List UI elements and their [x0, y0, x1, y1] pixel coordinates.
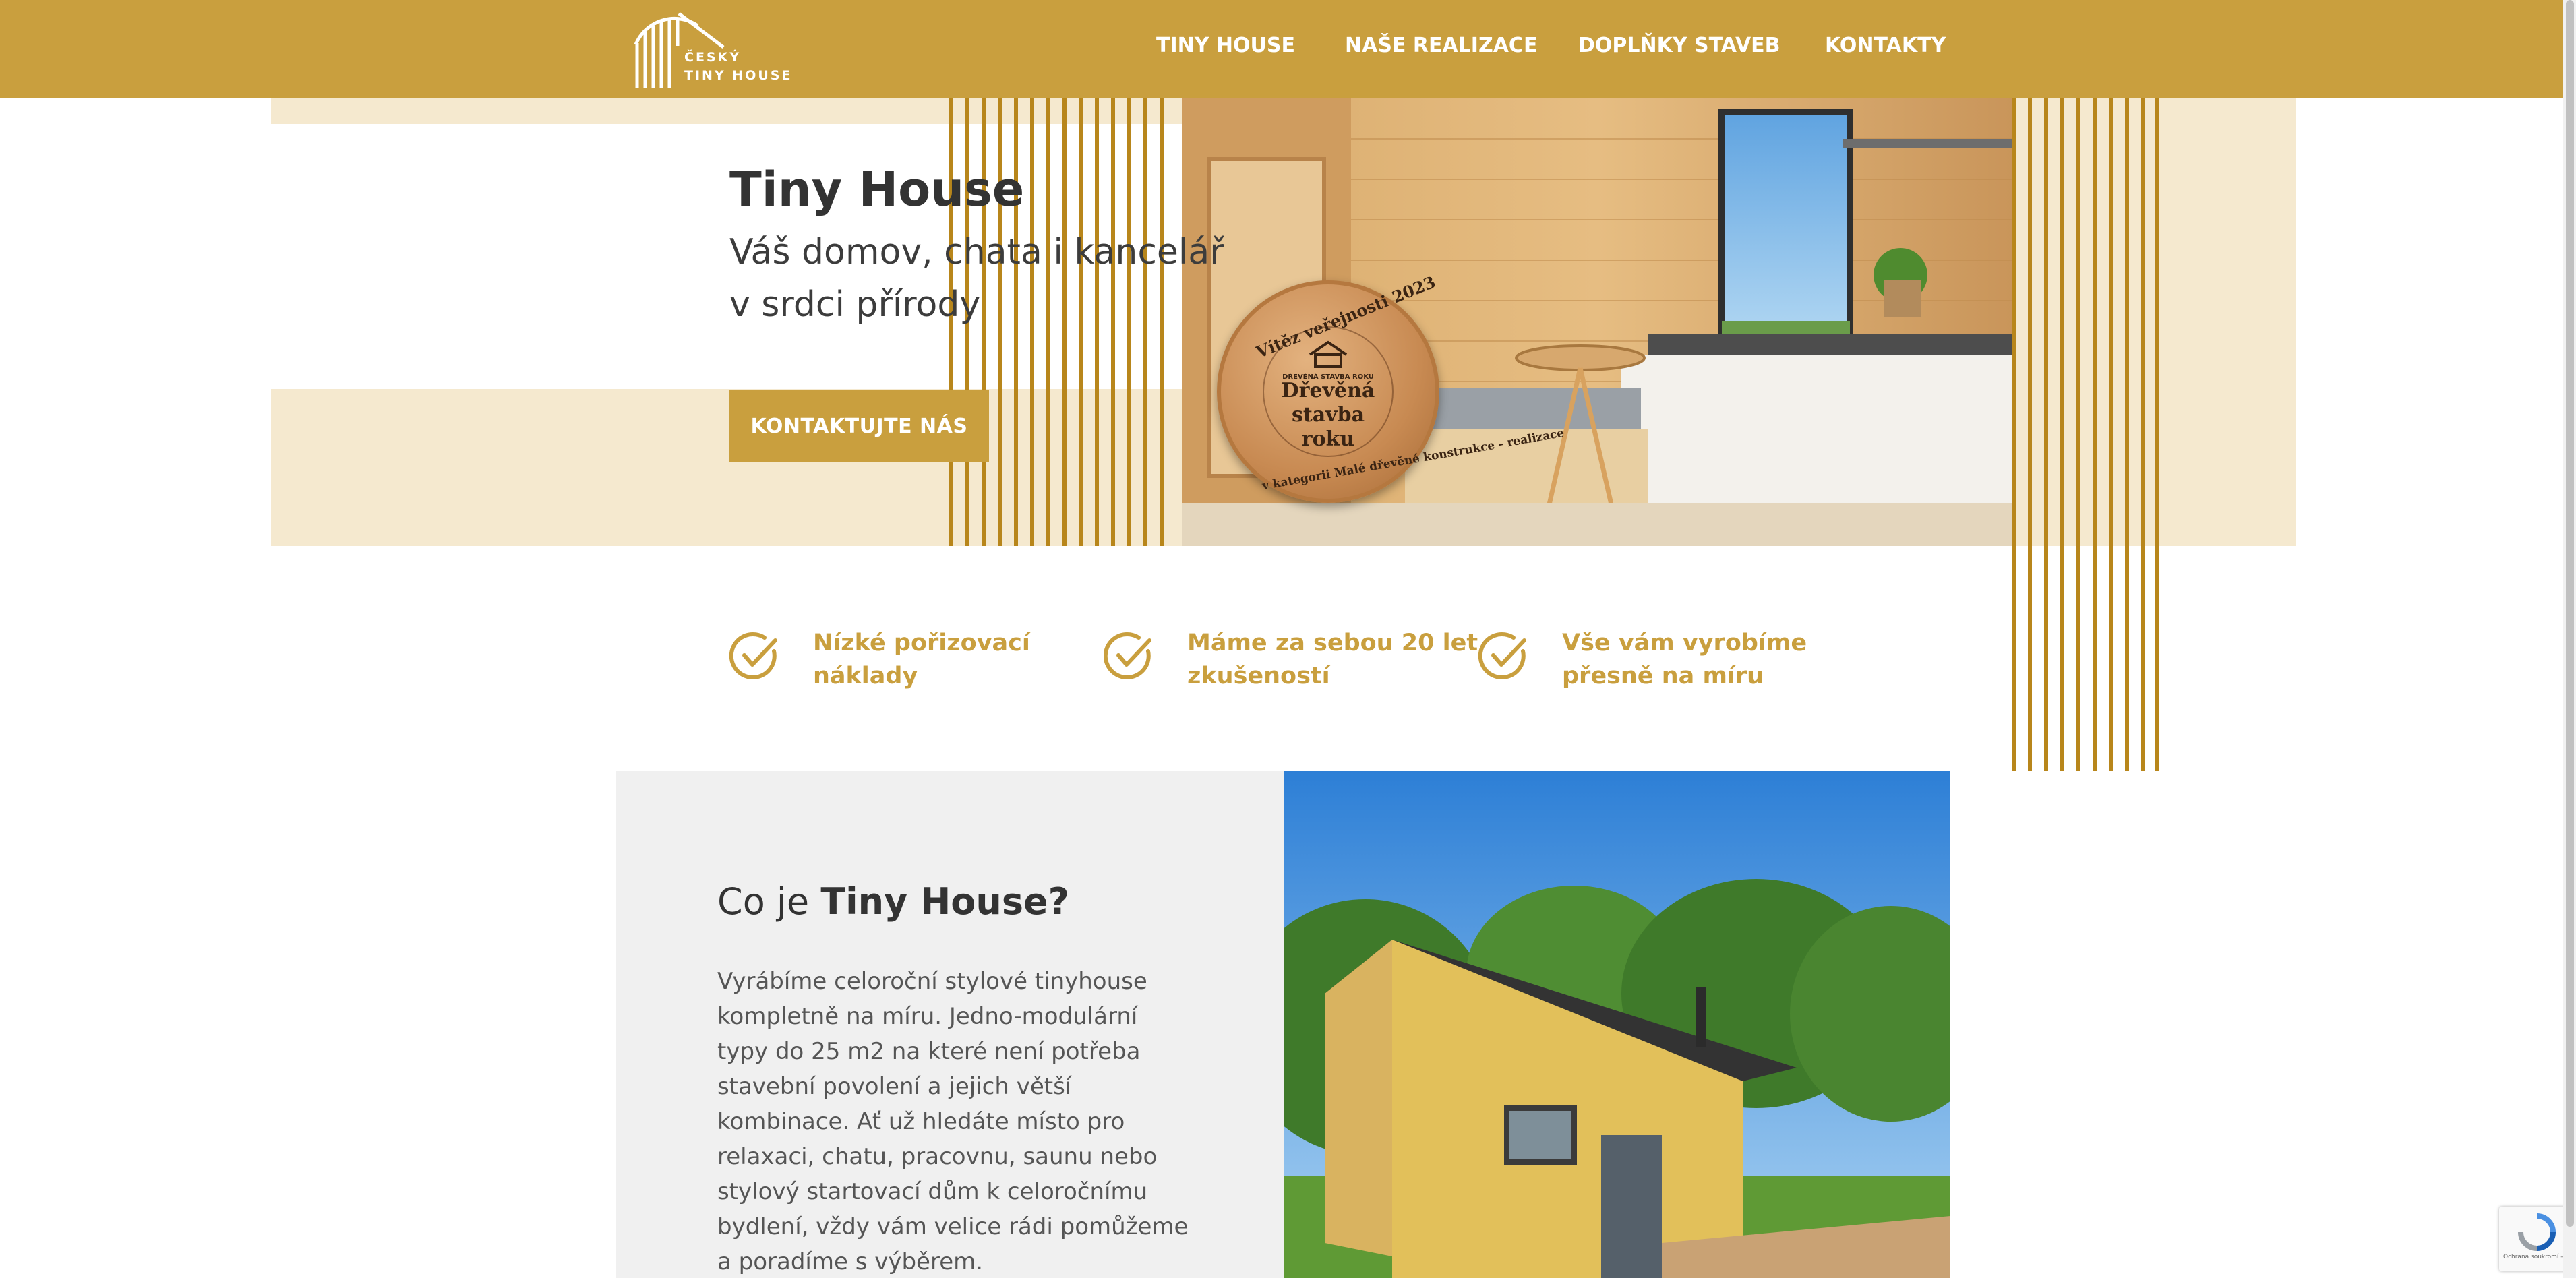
badge-main-line-1: Dřevěná: [1281, 379, 1375, 402]
stripe: [2155, 98, 2159, 771]
hero-title: Tiny House: [729, 162, 1025, 217]
logo-wordmark: ČESKÝ TINY HOUSE: [684, 49, 792, 85]
stripe: [2109, 98, 2113, 771]
hero-subtitle-line-2: v srdci přírody: [729, 284, 981, 325]
stripe: [1095, 98, 1099, 546]
scrollbar-thumb[interactable]: [2566, 0, 2574, 1227]
stripe: [1046, 98, 1050, 546]
contact-us-button[interactable]: KONTAKTUJTE NÁS: [729, 390, 989, 462]
feature-text: Nízké pořizovací náklady: [813, 627, 1030, 693]
stripe: [1062, 98, 1067, 546]
logo-line-2: TINY HOUSE: [684, 68, 793, 83]
stripe: [2125, 98, 2129, 771]
stripe: [1111, 98, 1115, 546]
feature-line-1: Vše vám vyrobíme: [1562, 630, 1807, 657]
about-title-bold: Tiny House?: [820, 880, 1069, 923]
scrollbar[interactable]: [2563, 0, 2576, 1278]
feature-text: Vše vám vyrobíme přesně na míru: [1562, 627, 1807, 693]
tiny-house-photo: [1284, 771, 1950, 1278]
stripe: [2060, 98, 2064, 771]
feature-line-2: zkušeností: [1187, 663, 1330, 690]
logo[interactable]: ČESKÝ TINY HOUSE: [630, 5, 790, 90]
about-title-light: Co je: [717, 880, 821, 923]
stripe: [1030, 98, 1034, 546]
award-badge: Vítěz veřejnosti 2023 DŘEVĚNÁ STAVBA ROK…: [1217, 272, 1565, 503]
stripe: [2012, 98, 2016, 771]
check-circle-icon: [1478, 632, 1526, 679]
stripe: [2028, 98, 2032, 771]
hero-subtitle-line-1: Váš domov, chata i kancelář: [729, 232, 1224, 272]
nav-kontakty[interactable]: KONTAKTY: [1825, 34, 1946, 57]
feature-line-2: přesně na míru: [1562, 663, 1764, 690]
recaptcha-icon: [2518, 1213, 2556, 1251]
stripe: [2044, 98, 2048, 771]
decorative-stripes-right: [2012, 98, 2160, 771]
badge-house-icon: [1309, 340, 1348, 368]
about-body: Vyrábíme celoroční stylové tinyhouse kom…: [717, 968, 1189, 1275]
check-circle-icon: [729, 632, 777, 679]
logo-line-1: ČESKÝ: [684, 50, 742, 65]
site-header: ČESKÝ TINY HOUSE TINY HOUSE NAŠE REALIZA…: [0, 0, 2576, 98]
badge-main-line-3: roku: [1301, 427, 1355, 451]
stripe: [1160, 98, 1164, 546]
stripe: [2093, 98, 2097, 771]
badge-main-text: Dřevěná stavba roku: [1221, 379, 1435, 452]
check-circle-icon: [1104, 632, 1151, 679]
feature-line-1: Nízké pořizovací: [813, 630, 1030, 657]
feature-line-2: náklady: [813, 663, 918, 690]
badge-main-line-2: stavba: [1291, 403, 1365, 427]
stripe: [1143, 98, 1147, 546]
nav-doplnky-staveb[interactable]: DOPLŇKY STAVEB: [1578, 34, 1780, 57]
nav-nase-realizace[interactable]: NAŠE REALIZACE: [1345, 34, 1537, 57]
nav-tiny-house[interactable]: TINY HOUSE: [1156, 34, 1295, 57]
stripe: [2076, 98, 2080, 771]
feature-line-1: Máme za sebou 20 let: [1187, 630, 1478, 657]
stripe: [2141, 98, 2145, 771]
stripe: [1127, 98, 1131, 546]
feature-text: Máme za sebou 20 let zkušeností: [1187, 627, 1478, 693]
stripe: [1079, 98, 1083, 546]
about-title: Co je Tiny House?: [717, 880, 1069, 923]
